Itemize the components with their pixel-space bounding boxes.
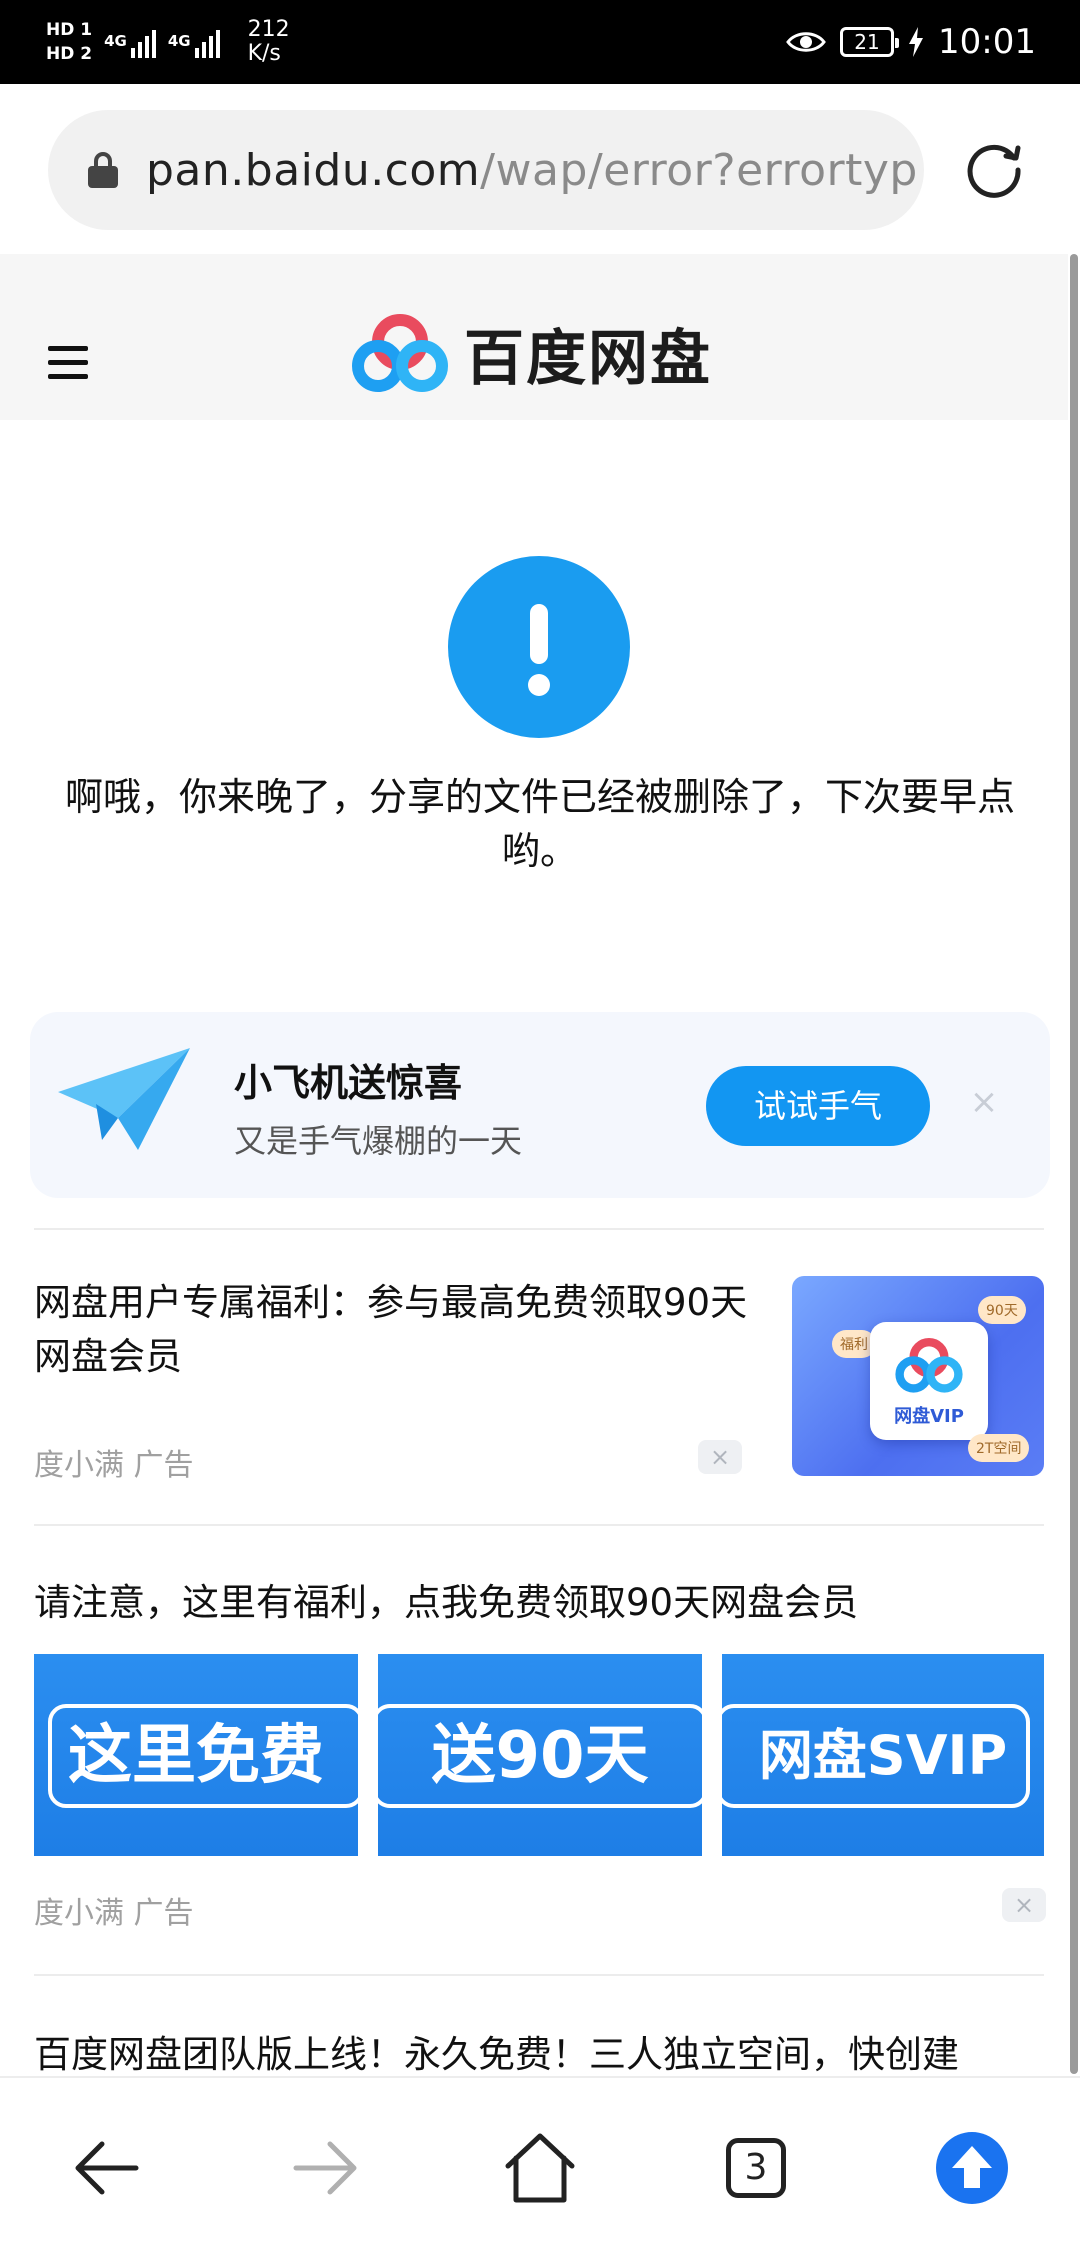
bottom-navigation: 3 bbox=[0, 2076, 1080, 2244]
try-luck-button[interactable]: 试试手气 bbox=[706, 1066, 930, 1146]
netdisk-logo-icon bbox=[895, 1338, 963, 1393]
speed-value: 212 bbox=[247, 17, 290, 42]
network-type-1: 4G bbox=[104, 32, 127, 50]
ad-source: 度小满 广告 bbox=[34, 1448, 194, 1483]
signal-bars-icon bbox=[130, 26, 156, 58]
network-type-2: 4G bbox=[167, 32, 191, 50]
charging-icon bbox=[909, 27, 924, 57]
baidu-netdisk-logo[interactable]: 百度网盘 bbox=[350, 310, 712, 397]
promo-title: 小飞机送惊喜 bbox=[234, 1061, 463, 1105]
speed-unit: K/s bbox=[247, 41, 281, 66]
reload-icon[interactable] bbox=[962, 136, 1026, 200]
sim2-label: HD 2 bbox=[46, 44, 93, 64]
sim-indicators: HD 1 HD 2 bbox=[46, 21, 92, 63]
ad-badge: 2T空间 bbox=[968, 1434, 1030, 1462]
vip-label: 网盘VIP bbox=[894, 1406, 964, 1427]
url-path: /wap/error?errortyp bbox=[480, 144, 918, 196]
tab-count: 3 bbox=[726, 2138, 786, 2198]
ad-source: 度小满 广告 bbox=[34, 1896, 194, 1931]
promo-subtitle: 又是手气爆棚的一天 bbox=[234, 1122, 523, 1160]
upload-arrow-icon[interactable] bbox=[932, 2128, 1012, 2208]
signal-1: 4G bbox=[104, 26, 156, 58]
divider bbox=[34, 1228, 1044, 1230]
home-icon[interactable] bbox=[500, 2128, 580, 2208]
clock: 10:01 bbox=[938, 22, 1036, 62]
status-bar: HD 1 HD 2 4G 4G 212 K/s 21 10:01 bbox=[0, 0, 1080, 84]
netdisk-logo-icon bbox=[352, 313, 448, 392]
url-host: pan.baidu.com bbox=[146, 144, 481, 196]
ad-banner[interactable]: 这里免费 bbox=[34, 1654, 358, 1856]
ad-title[interactable]: 请注意，这里有福利，点我免费领取90天网盘会员 bbox=[34, 1572, 858, 1626]
promo-card[interactable]: 小飞机送惊喜 又是手气爆棚的一天 试试手气 × bbox=[30, 1012, 1050, 1198]
lock-icon bbox=[88, 152, 118, 188]
banner-text: 网盘SVIP bbox=[758, 1724, 1008, 1787]
divider bbox=[34, 1974, 1044, 1976]
url-text[interactable]: pan.baidu.com/wap/error?errortyp bbox=[146, 145, 918, 196]
ad-title[interactable]: 网盘用户专属福利：参与最高免费领取90天网盘会员 bbox=[34, 1276, 754, 1384]
banner-text: 这里免费 bbox=[68, 1719, 324, 1793]
ad-banner[interactable]: 送90天 bbox=[378, 1654, 702, 1856]
network-speed: 212 K/s bbox=[248, 18, 290, 66]
warning-icon bbox=[448, 556, 630, 738]
signal-bars-icon bbox=[194, 26, 220, 58]
address-bar[interactable]: pan.baidu.com/wap/error?errortyp bbox=[48, 110, 924, 230]
site-header: 百度网盘 bbox=[0, 254, 1068, 420]
ad-badge: 90天 bbox=[978, 1296, 1026, 1324]
tabs-button[interactable]: 3 bbox=[716, 2128, 796, 2208]
ad-banner[interactable]: 网盘SVIP bbox=[722, 1654, 1044, 1856]
ad-image[interactable]: 90天 福利 网盘VIP 2T空间 bbox=[792, 1276, 1044, 1476]
battery-level: 21 bbox=[854, 30, 880, 54]
sim1-label: HD 1 bbox=[46, 20, 93, 40]
eye-icon bbox=[786, 32, 826, 52]
ad-close-icon[interactable]: × bbox=[698, 1440, 742, 1474]
scrollbar[interactable] bbox=[1070, 254, 1078, 2074]
logo-text: 百度网盘 bbox=[464, 324, 712, 394]
error-message: 啊哦，你来晚了，分享的文件已经被删除了，下次要早点哟。 bbox=[64, 775, 1015, 873]
battery-icon: 21 bbox=[840, 27, 900, 57]
banner-text: 送90天 bbox=[431, 1719, 649, 1793]
back-arrow-icon[interactable] bbox=[68, 2128, 148, 2208]
signal-2: 4G bbox=[168, 26, 220, 58]
vip-card: 网盘VIP bbox=[870, 1322, 988, 1440]
ad-close-icon[interactable]: × bbox=[1002, 1888, 1046, 1922]
browser-toolbar: pan.baidu.com/wap/error?errortyp bbox=[0, 84, 1080, 254]
close-icon[interactable]: × bbox=[966, 1084, 1002, 1120]
menu-icon[interactable] bbox=[48, 346, 88, 380]
divider bbox=[34, 1524, 1044, 1526]
forward-arrow-icon[interactable] bbox=[284, 2128, 364, 2208]
paper-plane-icon bbox=[58, 1048, 190, 1150]
ad-title[interactable]: 百度网盘团队版上线！永久免费！三人独立空间，快创建 bbox=[34, 2024, 959, 2078]
